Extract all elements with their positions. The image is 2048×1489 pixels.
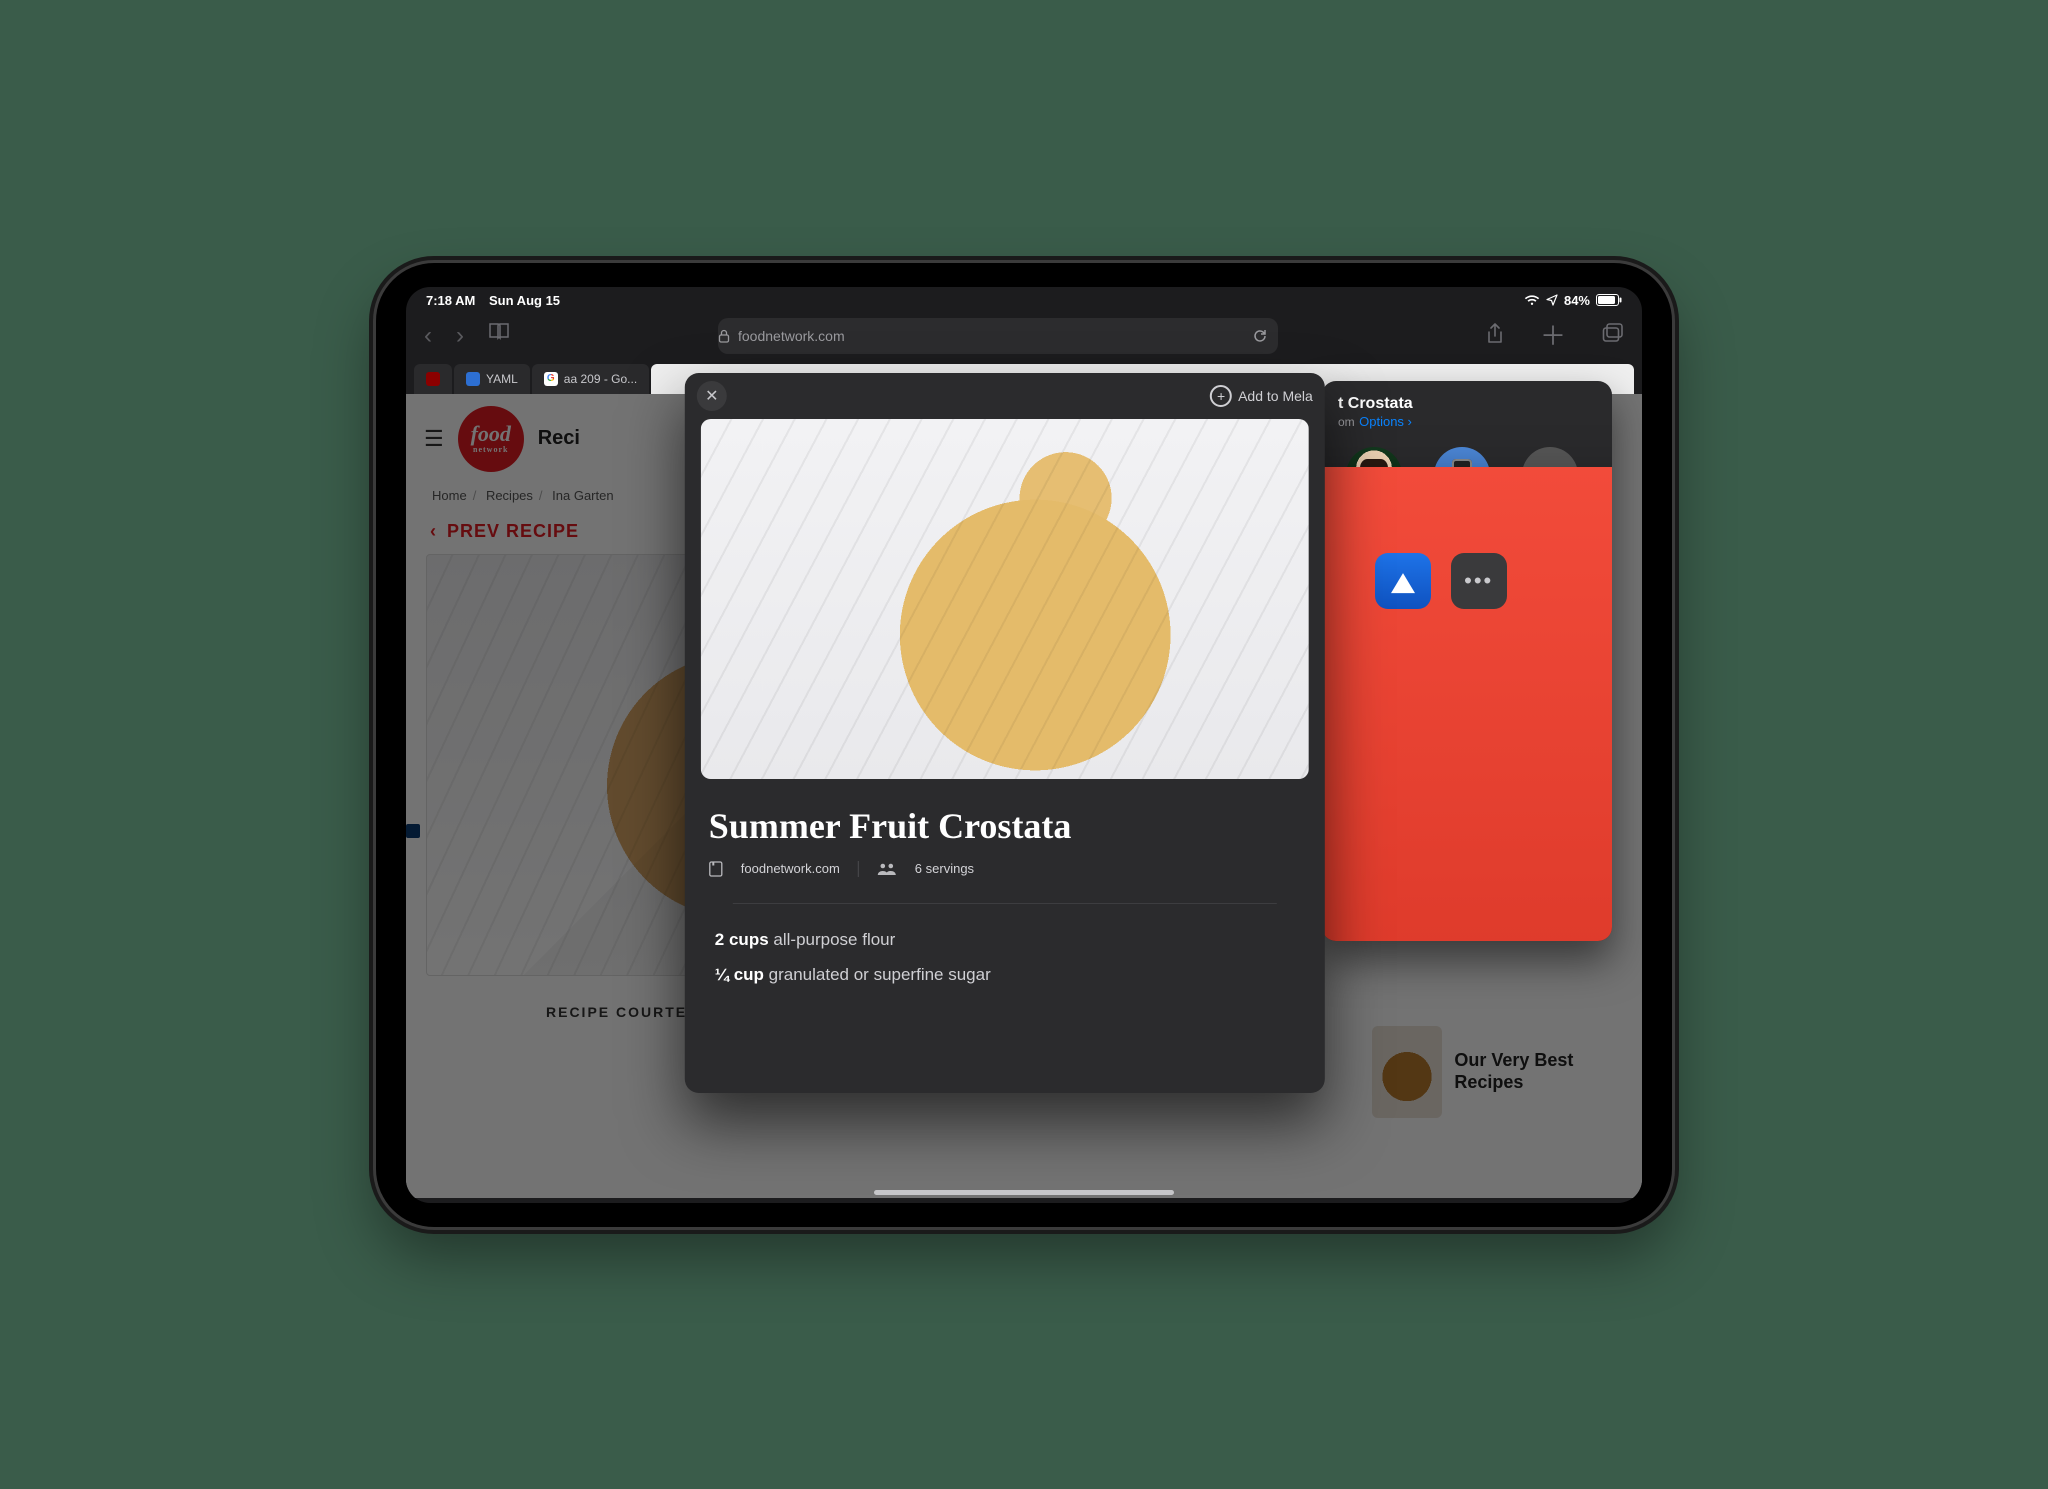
- share-title: t Crostata: [1338, 395, 1596, 413]
- tab-label: aa 209 - Go...: [564, 372, 637, 386]
- ipad-frame: 7:18 AM Sun Aug 15 84%: [376, 263, 1672, 1227]
- crumb-link[interactable]: Home: [432, 488, 467, 503]
- plus-circle-icon: +: [1210, 385, 1232, 407]
- tabs-icon[interactable]: [1602, 323, 1624, 349]
- servings-icon: [877, 862, 897, 876]
- status-bar: 7:18 AM Sun Aug 15 84%: [406, 287, 1642, 312]
- divider: [733, 903, 1277, 904]
- recipe-title: Summer Fruit Crostata: [709, 805, 1301, 847]
- share-sheet: t Crostata om Options › Federico Viticci…: [1322, 381, 1612, 941]
- battery-icon: [1596, 294, 1622, 306]
- battery-percent: 84%: [1564, 293, 1590, 308]
- tab-item[interactable]: [414, 364, 452, 394]
- site-logo[interactable]: foodnetwork: [458, 406, 524, 472]
- tab-item[interactable]: aa 209 - Go...: [532, 364, 649, 394]
- ingredients-list: 2 cups all-purpose flour ¼ cup granulate…: [715, 922, 1295, 993]
- back-button[interactable]: ‹: [424, 322, 432, 350]
- edge-indicator: [406, 824, 420, 838]
- ingredient-row: ¼ cup granulated or superfine sugar: [715, 957, 1295, 993]
- promo-thumb: [1372, 1026, 1442, 1118]
- nav-label[interactable]: Reci: [538, 427, 580, 450]
- menu-icon[interactable]: ☰: [424, 426, 444, 452]
- status-date: Sun Aug 15: [489, 293, 560, 308]
- ingredient-row: 2 cups all-purpose flour: [715, 922, 1295, 958]
- add-to-mela-button[interactable]: + Add to Mela: [1210, 385, 1313, 407]
- share-subtitle: om: [1338, 415, 1355, 429]
- tab-label: YAML: [486, 372, 518, 386]
- add-label: Add to Mela: [1238, 388, 1313, 404]
- favicon-icon: [466, 372, 480, 386]
- wifi-icon: [1524, 294, 1540, 306]
- mela-sheet: ✕ + Add to Mela Summer Fruit Crostata fo…: [685, 373, 1325, 1093]
- safari-toolbar: ‹ › foodnetwork.com: [406, 312, 1642, 364]
- recipe-servings: 6 servings: [915, 861, 974, 876]
- favicon-icon: [544, 372, 558, 386]
- recipe-meta: foodnetwork.com 6 servings: [709, 861, 1301, 877]
- share-app[interactable]: ela: [1340, 553, 1355, 625]
- home-indicator[interactable]: [874, 1190, 1174, 1195]
- more-icon: [1451, 553, 1507, 609]
- address-bar[interactable]: foodnetwork.com: [718, 318, 1278, 354]
- close-button[interactable]: ✕: [697, 381, 727, 411]
- source-icon: [709, 861, 723, 877]
- location-icon: [1546, 294, 1558, 306]
- sidebar-promo[interactable]: Our Very Best Recipes: [1372, 1026, 1602, 1118]
- favicon-icon: [426, 372, 440, 386]
- bookmarks-icon[interactable]: [488, 322, 510, 350]
- recipe-source: foodnetwork.com: [741, 861, 840, 876]
- crumb-link[interactable]: Recipes: [486, 488, 533, 503]
- address-host: foodnetwork.com: [738, 328, 845, 344]
- share-icon[interactable]: [1486, 323, 1504, 349]
- lock-icon: [718, 329, 730, 343]
- tab-item[interactable]: YAML: [454, 364, 530, 394]
- screen: 7:18 AM Sun Aug 15 84%: [406, 287, 1642, 1203]
- reload-icon[interactable]: [1252, 328, 1268, 344]
- share-options-link[interactable]: Options ›: [1359, 414, 1412, 429]
- new-tab-icon[interactable]: ＋: [1540, 323, 1566, 349]
- crumb-link[interactable]: Ina Garten: [552, 488, 613, 503]
- promo-title: Our Very Best Recipes: [1454, 1050, 1602, 1093]
- app-icon: [1375, 553, 1431, 609]
- forward-button[interactable]: ›: [456, 322, 464, 350]
- status-time: 7:18 AM: [426, 293, 475, 308]
- app-icon: [1322, 467, 1612, 941]
- recipe-photo: [701, 419, 1309, 779]
